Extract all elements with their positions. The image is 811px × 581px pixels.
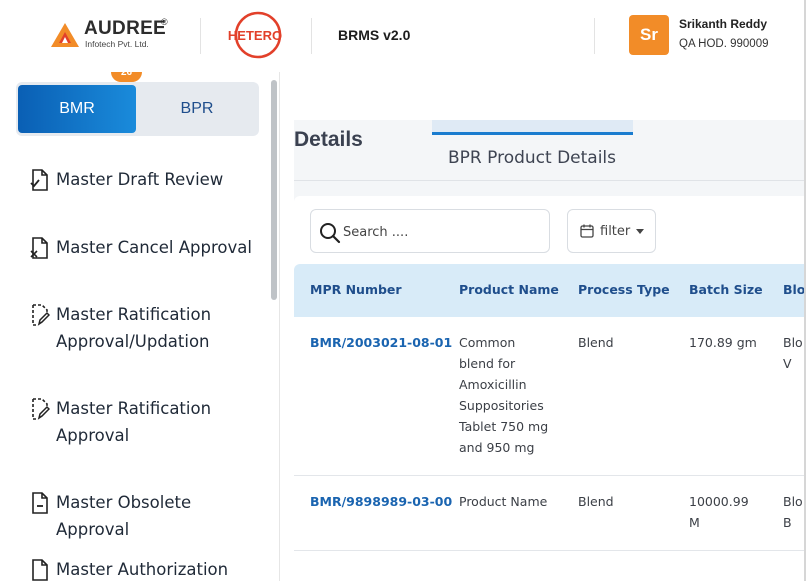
search-field[interactable] bbox=[310, 209, 550, 253]
cell-line: Tablet 750 mg bbox=[459, 419, 549, 434]
table-header: MPR Number Product Name Process Type Bat… bbox=[294, 264, 805, 317]
column-header[interactable]: Blo bbox=[783, 282, 805, 297]
sidebar-item-master-ratification-approval[interactable]: Master Ratification Approval bbox=[30, 395, 265, 449]
header-divider bbox=[594, 18, 595, 54]
search-input[interactable] bbox=[343, 221, 538, 243]
cell-line: Blo bbox=[783, 494, 803, 509]
cell-line: Suppositories bbox=[459, 398, 544, 413]
sidebar-item-label: Master Cancel Approval bbox=[56, 238, 252, 257]
sidebar: 26 BMR BPR Master Draft Review Master Ca… bbox=[0, 72, 280, 581]
sidebar-item-label: Master Obsolete Approval bbox=[56, 493, 192, 539]
tab-divider bbox=[294, 180, 804, 181]
company-subtitle: Infotech Pvt. Ltd. bbox=[85, 39, 149, 49]
registered-mark: ® bbox=[161, 17, 168, 27]
mpr-number-link[interactable]: BMR/2003021-08-01 bbox=[310, 332, 452, 353]
bmr-bpr-toggle: BMR BPR bbox=[16, 82, 259, 136]
sidebar-item-master-obsolete-approval[interactable]: Master Obsolete Approval bbox=[30, 489, 265, 543]
sidebar-scrollbar[interactable] bbox=[271, 80, 277, 300]
company-name: AUDREE bbox=[84, 18, 167, 39]
filter-label: filter bbox=[600, 223, 631, 239]
filter-button[interactable]: filter bbox=[567, 209, 656, 253]
cell-line: M bbox=[689, 515, 700, 530]
toggle-bmr-button[interactable]: BMR bbox=[18, 85, 136, 133]
tab-active-indicator bbox=[432, 120, 633, 135]
table-row[interactable]: BMR/2003021-08-01 Common blend for Amoxi… bbox=[294, 317, 804, 476]
table-card: filter MPR Number Product Name Process T… bbox=[294, 196, 805, 581]
table-row[interactable] bbox=[294, 551, 804, 581]
doc-edit-icon bbox=[32, 304, 50, 326]
cell-line: Amoxicillin bbox=[459, 377, 527, 392]
process-type-cell: Blend bbox=[578, 494, 614, 509]
audree-logo[interactable]: AUDREE ® Infotech Pvt. Ltd. bbox=[51, 17, 181, 51]
sidebar-item-master-cancel-approval[interactable]: Master Cancel Approval bbox=[30, 234, 265, 261]
page-title: Details bbox=[294, 128, 363, 151]
toggle-bpr-button[interactable]: BPR bbox=[138, 85, 256, 133]
cell-line: Blo bbox=[783, 335, 803, 350]
sidebar-item-label: Master Draft Review bbox=[56, 170, 224, 189]
sidebar-item-master-draft-review[interactable]: Master Draft Review bbox=[30, 166, 265, 193]
cell-line: Common bbox=[459, 335, 516, 350]
batch-size-cell: 10000.99 M bbox=[689, 491, 749, 533]
cell-line: B bbox=[783, 515, 792, 530]
block-cell: Blo V bbox=[783, 332, 803, 374]
column-header[interactable]: MPR Number bbox=[310, 282, 402, 297]
sidebar-item-master-authorization[interactable]: Master Authorization bbox=[30, 556, 265, 581]
doc-edit-icon bbox=[32, 398, 50, 420]
avatar-initials: Sr bbox=[640, 25, 658, 44]
sidebar-item-label: Master Ratification Approval/Updation bbox=[56, 305, 212, 351]
product-name-cell: Common blend for Amoxicillin Suppositori… bbox=[459, 332, 574, 458]
svg-text:HETERO: HETERO bbox=[228, 28, 282, 43]
process-type-cell: Blend bbox=[578, 335, 614, 350]
header-divider bbox=[200, 18, 201, 54]
calendar-icon bbox=[580, 224, 594, 238]
search-icon bbox=[320, 223, 341, 244]
cell-line: V bbox=[783, 356, 792, 371]
table-row[interactable]: BMR/9898989-03-00 Product Name Blend 100… bbox=[294, 476, 804, 551]
product-name-cell: Product Name bbox=[459, 491, 547, 512]
tab-bpr-product-details[interactable]: BPR Product Details bbox=[448, 148, 616, 168]
user-role: QA HOD. 990009 bbox=[679, 38, 769, 50]
column-header[interactable]: Product Name bbox=[459, 282, 559, 297]
cell-line: 10000.99 bbox=[689, 494, 749, 509]
cell-line: and 950 mg bbox=[459, 440, 535, 455]
doc-cancel-icon bbox=[30, 237, 48, 259]
mpr-number-link[interactable]: BMR/9898989-03-00 bbox=[310, 491, 452, 512]
chevron-down-icon bbox=[636, 228, 645, 234]
header-divider bbox=[311, 18, 312, 54]
app-header: AUDREE ® Infotech Pvt. Ltd. HETERO BRMS … bbox=[0, 0, 811, 72]
cell-line: blend for bbox=[459, 356, 516, 371]
sidebar-item-label: Master Authorization bbox=[56, 560, 229, 579]
block-cell: Blo B bbox=[783, 491, 803, 533]
doc-minus-icon bbox=[32, 492, 48, 514]
window-edge bbox=[804, 0, 806, 581]
column-header[interactable]: Process Type bbox=[578, 282, 670, 297]
sidebar-item-master-ratification-approval-updation[interactable]: Master Ratification Approval/Updation bbox=[30, 301, 265, 355]
doc-check-icon bbox=[30, 169, 48, 191]
hetero-logo: HETERO bbox=[228, 11, 282, 59]
main-content: Details BPR Product Details filter MPR N… bbox=[281, 72, 805, 581]
app-title: BRMS v2.0 bbox=[338, 27, 411, 43]
cell-line: Product Name bbox=[459, 494, 548, 509]
doc-icon bbox=[32, 559, 48, 581]
audree-logo-icon bbox=[51, 23, 79, 47]
notification-badge: 26 bbox=[111, 72, 142, 82]
user-name: Srikanth Reddy bbox=[679, 17, 768, 31]
batch-size-cell: 170.89 gm bbox=[689, 332, 757, 353]
cell-line: 170.89 gm bbox=[689, 335, 757, 350]
sidebar-item-label: Master Ratification Approval bbox=[56, 399, 212, 445]
avatar[interactable]: Sr bbox=[629, 15, 669, 55]
column-header[interactable]: Batch Size bbox=[689, 282, 763, 297]
